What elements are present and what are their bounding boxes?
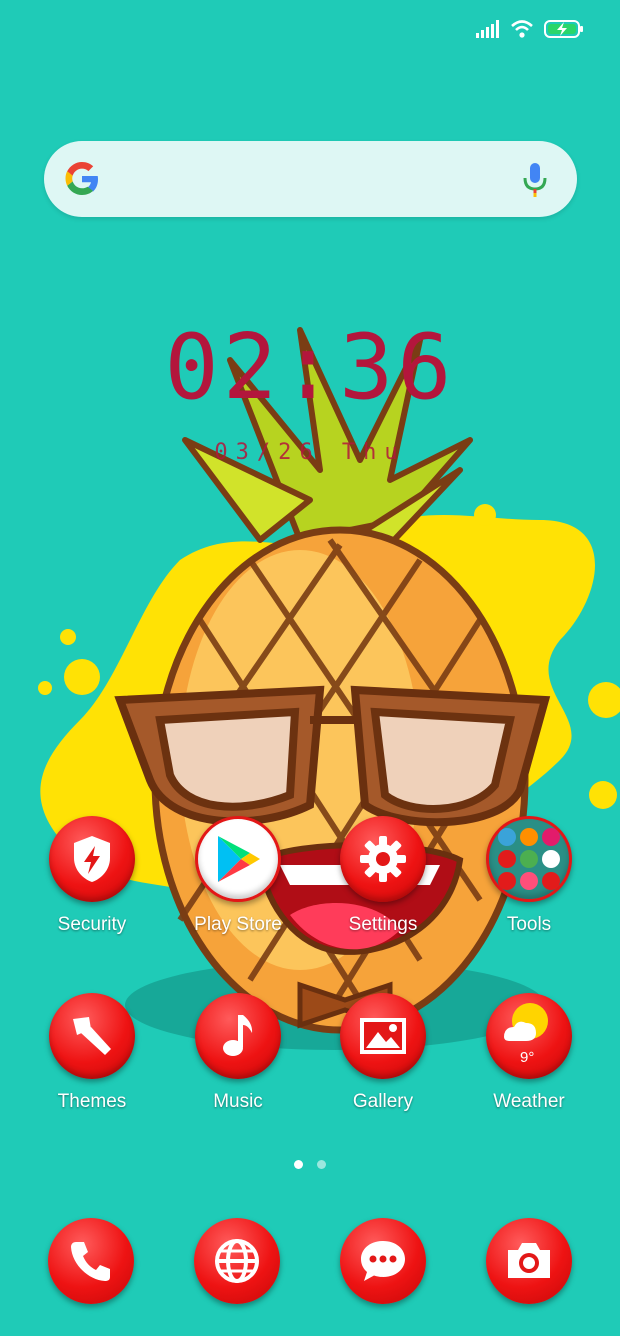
sun-cloud-icon: 9° (486, 993, 572, 1079)
app-play-store[interactable]: Play Store (168, 816, 308, 936)
clock-time[interactable]: 02:36 (0, 318, 620, 418)
app-label: Tools (506, 914, 552, 935)
dock-phone[interactable] (48, 1218, 134, 1304)
folder-icon (486, 816, 572, 902)
camera-icon (508, 1243, 550, 1278)
battery-charging-icon (544, 20, 583, 38)
page-indicator (0, 1160, 620, 1169)
dock-messages[interactable] (340, 1218, 426, 1304)
play-store-icon (195, 816, 281, 902)
page-dot-active (294, 1160, 303, 1169)
image-icon (340, 993, 426, 1079)
app-settings[interactable]: Settings (313, 816, 453, 936)
music-note-icon (195, 993, 281, 1079)
dock-camera[interactable] (486, 1218, 572, 1304)
globe-icon (215, 1239, 259, 1283)
google-g-icon (65, 162, 98, 195)
clock-date: 03/26 Thu (214, 440, 406, 465)
app-label: Weather (493, 1091, 565, 1112)
app-weather[interactable]: 9° Weather (459, 993, 599, 1113)
app-label: Gallery (352, 1091, 414, 1112)
app-music[interactable]: Music (168, 993, 308, 1113)
gear-icon (340, 816, 426, 902)
page-dot (317, 1160, 326, 1169)
status-bar (476, 16, 584, 42)
app-label: Music (213, 1091, 263, 1112)
wifi-icon (511, 20, 533, 38)
google-search-bar[interactable] (44, 141, 577, 217)
app-label: Settings (348, 914, 418, 935)
weather-temperature: 9° (520, 1049, 535, 1066)
shield-bolt-icon (49, 816, 135, 902)
dock-browser[interactable] (194, 1218, 280, 1304)
message-icon (361, 1241, 405, 1281)
app-security[interactable]: Security (22, 816, 162, 936)
app-label: Themes (57, 1091, 127, 1112)
phone-icon (71, 1242, 110, 1281)
signal-icon (476, 20, 499, 38)
app-tools-folder[interactable]: Tools (459, 816, 599, 936)
app-gallery[interactable]: Gallery (313, 993, 453, 1113)
app-themes[interactable]: Themes (22, 993, 162, 1113)
paint-brush-icon (49, 993, 135, 1079)
microphone-icon[interactable] (523, 163, 547, 197)
app-label: Play Store (194, 914, 282, 935)
app-label: Security (57, 914, 127, 935)
